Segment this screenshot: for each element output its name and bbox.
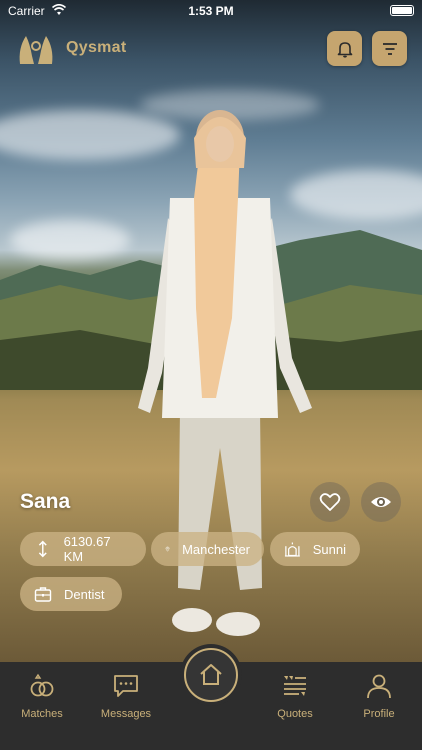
notifications-button[interactable] <box>327 31 362 66</box>
heart-icon <box>319 493 341 511</box>
logo-hands-icon <box>19 36 53 64</box>
bell-icon <box>337 41 352 58</box>
location-chip: Manchester <box>151 532 264 566</box>
home-icon <box>200 664 222 685</box>
tab-quotes[interactable]: Quotes <box>253 668 337 720</box>
filter-button[interactable] <box>372 31 407 66</box>
brand-name: Qysmat <box>66 39 127 56</box>
tab-matches-label: Matches <box>21 708 63 720</box>
sect-value: Sunni <box>312 541 346 557</box>
messages-icon <box>114 675 138 697</box>
tab-home[interactable] <box>180 644 242 706</box>
status-time: 1:53 PM <box>188 4 234 18</box>
vertical-arrows-icon <box>38 540 47 558</box>
view-profile-button[interactable] <box>361 482 401 522</box>
profession-chip: Dentist <box>20 577 122 611</box>
filter-icon <box>382 42 397 55</box>
tab-bar: Matches Messages Quotes Profile <box>0 644 422 750</box>
quotes-icon <box>284 676 306 696</box>
like-button[interactable] <box>310 482 350 522</box>
tab-matches[interactable]: Matches <box>0 668 84 720</box>
rings-icon <box>30 673 54 697</box>
tab-quotes-label: Quotes <box>277 708 313 720</box>
eye-icon <box>371 497 391 507</box>
tab-profile-label: Profile <box>363 708 395 720</box>
distance-value: 6130.67 KM <box>63 534 111 564</box>
tab-messages-label: Messages <box>100 708 152 720</box>
briefcase-icon <box>34 587 52 602</box>
distance-chip: 6130.67 KM <box>20 532 146 566</box>
profession-value: Dentist <box>64 586 105 602</box>
sect-chip: Sunni <box>270 532 360 566</box>
battery-icon <box>390 5 414 16</box>
profile-name: Sana <box>20 490 71 513</box>
profile-icon <box>367 674 391 699</box>
home-button-ring <box>184 648 238 702</box>
location-pin-icon <box>165 546 170 552</box>
tab-profile[interactable]: Profile <box>337 668 421 720</box>
mosque-icon <box>284 542 300 557</box>
location-value: Manchester <box>182 541 250 557</box>
tab-messages[interactable]: Messages <box>84 668 168 720</box>
status-bar: Carrier 1:53 PM <box>0 0 422 22</box>
